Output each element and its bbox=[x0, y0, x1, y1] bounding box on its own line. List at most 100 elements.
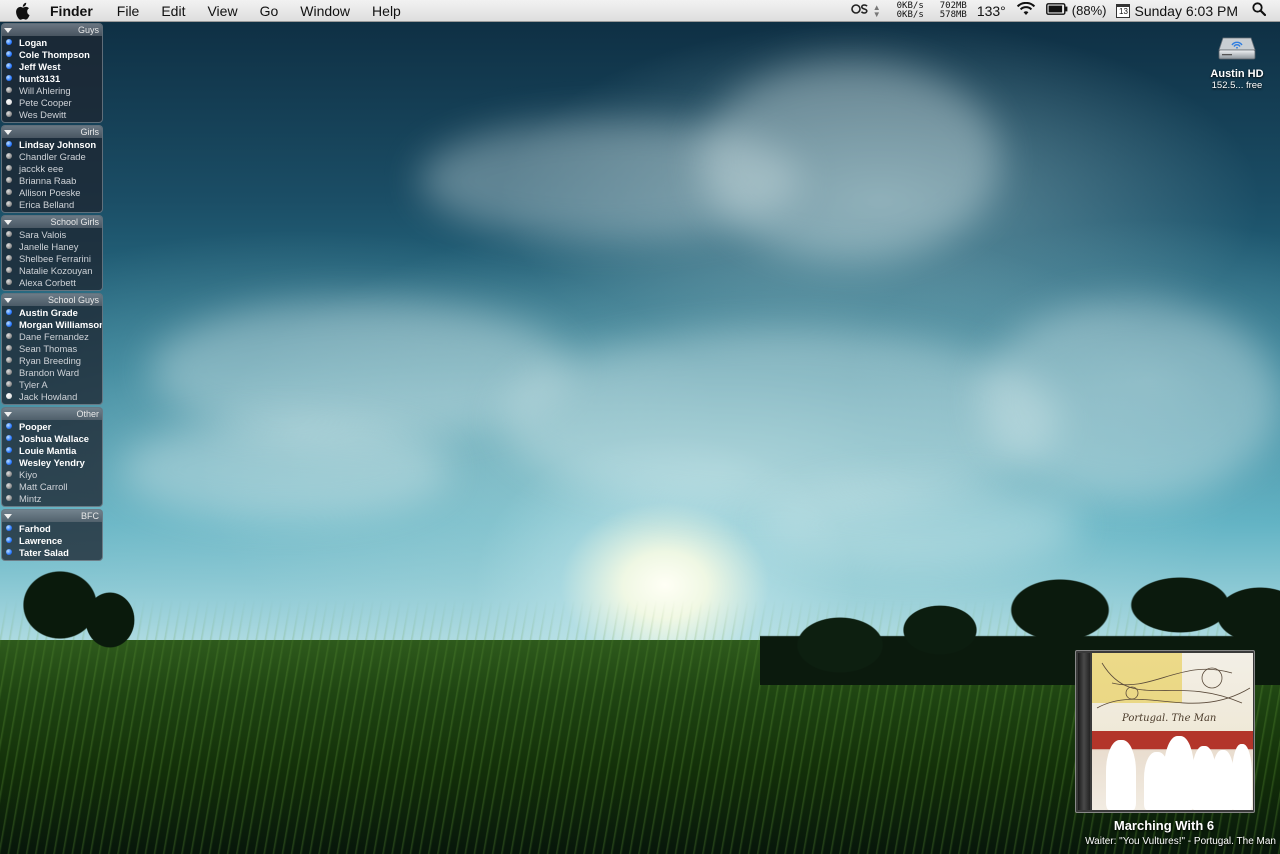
band-silhouette bbox=[1232, 744, 1252, 810]
buddy-row[interactable]: Dane Fernandez bbox=[2, 330, 102, 342]
buddy-row[interactable]: Lindsay Johnson bbox=[2, 138, 102, 150]
memory-monitor[interactable]: 702MB 578MB bbox=[940, 1, 967, 20]
buddy-row[interactable]: Chandler Grade bbox=[2, 150, 102, 162]
cloud bbox=[120, 420, 450, 520]
sort-arrows-icon[interactable]: ▲ ▼ bbox=[873, 3, 881, 18]
buddy-row[interactable]: Tater Salad bbox=[2, 546, 102, 558]
now-playing-album: Marching With 6 bbox=[1113, 818, 1215, 833]
buddy-name: Kiyo bbox=[19, 468, 38, 480]
calendar-icon[interactable]: 13 bbox=[1116, 3, 1131, 18]
buddy-row[interactable]: Sean Thomas bbox=[2, 342, 102, 354]
disclosure-triangle-icon[interactable] bbox=[4, 297, 12, 303]
buddy-name: Logan bbox=[19, 36, 48, 48]
disk-free-space: 152.5... free bbox=[1211, 80, 1263, 91]
buddy-row[interactable]: hunt3131 bbox=[2, 72, 102, 84]
battery-percent[interactable]: (88%) bbox=[1072, 3, 1107, 18]
disclosure-triangle-icon[interactable] bbox=[4, 513, 12, 519]
buddy-row[interactable]: Erica Belland bbox=[2, 198, 102, 210]
status-dot-icon bbox=[6, 87, 12, 93]
buddy-row[interactable]: Shelbee Ferrarini bbox=[2, 252, 102, 264]
buddy-row[interactable]: Natalie Kozouyan bbox=[2, 264, 102, 276]
buddy-row[interactable]: Mintz bbox=[2, 492, 102, 504]
buddy-name: hunt3131 bbox=[19, 72, 61, 84]
cloud bbox=[760, 480, 1080, 570]
buddy-row[interactable]: Louie Mantia bbox=[2, 444, 102, 456]
menu-go[interactable]: Go bbox=[260, 3, 279, 19]
disclosure-triangle-icon[interactable] bbox=[4, 129, 12, 135]
wifi-icon[interactable] bbox=[1016, 1, 1036, 19]
buddy-group-header[interactable]: School Guys bbox=[2, 294, 102, 306]
buddy-row[interactable]: Tyler A bbox=[2, 378, 102, 390]
status-dot-icon bbox=[6, 321, 12, 327]
buddy-name: Will Ahlering bbox=[19, 84, 71, 96]
buddy-group-header[interactable]: Guys bbox=[2, 24, 102, 36]
now-playing-widget[interactable]: Portugal. The Man bbox=[1075, 650, 1255, 813]
buddy-row[interactable]: Pete Cooper bbox=[2, 96, 102, 108]
buddy-row[interactable]: Logan bbox=[2, 36, 102, 48]
status-dot-icon bbox=[6, 267, 12, 273]
buddy-row[interactable]: Jack Howland bbox=[2, 390, 102, 402]
buddy-row[interactable]: Allison Poeske bbox=[2, 186, 102, 198]
buddy-row[interactable]: Jeff West bbox=[2, 60, 102, 72]
buddy-name: Wesley Yendry bbox=[19, 456, 85, 468]
buddy-group-name: School Guys bbox=[47, 295, 99, 305]
cd-spine bbox=[1078, 653, 1090, 810]
temperature-readout[interactable]: 133° bbox=[977, 3, 1006, 19]
buddy-name: Jeff West bbox=[19, 60, 61, 72]
buddy-name: Brandon Ward bbox=[19, 366, 80, 378]
buddy-row[interactable]: Matt Carroll bbox=[2, 480, 102, 492]
menu-app-finder[interactable]: Finder bbox=[50, 3, 93, 19]
buddy-row[interactable]: Brandon Ward bbox=[2, 366, 102, 378]
buddy-name: Joshua Wallace bbox=[19, 432, 89, 444]
buddy-row[interactable]: Morgan Williamson bbox=[2, 318, 102, 330]
buddy-row[interactable]: Brianna Raab bbox=[2, 174, 102, 186]
tree-left bbox=[0, 545, 150, 665]
buddy-name: Pooper bbox=[19, 420, 52, 432]
buddy-row[interactable]: Pooper bbox=[2, 420, 102, 432]
cd-case: Portugal. The Man bbox=[1075, 650, 1255, 813]
buddy-group-header[interactable]: BFC bbox=[2, 510, 102, 522]
buddy-group: Other Pooper Joshua Wallace Louie Mantia Wes… bbox=[1, 407, 103, 507]
desktop-disk-item[interactable]: Austin HD 152.5... free bbox=[1198, 30, 1276, 91]
buddy-name: Morgan Williamson bbox=[19, 318, 102, 330]
apple-icon[interactable] bbox=[16, 1, 36, 21]
search-icon[interactable] bbox=[1252, 2, 1267, 19]
os-logo-icon[interactable] bbox=[850, 3, 869, 18]
buddy-row[interactable]: Janelle Haney bbox=[2, 240, 102, 252]
menu-edit[interactable]: Edit bbox=[161, 3, 185, 19]
buddy-row[interactable]: Wesley Yendry bbox=[2, 456, 102, 468]
buddy-row[interactable]: jacckk eee bbox=[2, 162, 102, 174]
album-art[interactable]: Portugal. The Man bbox=[1092, 653, 1253, 810]
buddy-name: Matt Carroll bbox=[19, 480, 68, 492]
band-silhouette bbox=[1106, 740, 1136, 810]
buddy-row[interactable]: Ryan Breeding bbox=[2, 354, 102, 366]
buddy-group-header[interactable]: Other bbox=[2, 408, 102, 420]
buddy-name: jacckk eee bbox=[19, 162, 64, 174]
buddy-row[interactable]: Cole Thompson bbox=[2, 48, 102, 60]
buddy-group-header[interactable]: Girls bbox=[2, 126, 102, 138]
buddy-row[interactable]: Wes Dewitt bbox=[2, 108, 102, 120]
menu-view[interactable]: View bbox=[207, 3, 237, 19]
menubar-clock[interactable]: Sunday 6:03 PM bbox=[1134, 3, 1238, 19]
buddy-row[interactable]: Will Ahlering bbox=[2, 84, 102, 96]
buddy-row[interactable]: Kiyo bbox=[2, 468, 102, 480]
buddy-row[interactable]: Lawrence bbox=[2, 534, 102, 546]
disclosure-triangle-icon[interactable] bbox=[4, 219, 12, 225]
menu-file[interactable]: File bbox=[117, 3, 140, 19]
buddy-row[interactable]: Austin Grade bbox=[2, 306, 102, 318]
battery-icon[interactable] bbox=[1045, 3, 1068, 18]
buddy-row[interactable]: Sara Valois bbox=[2, 228, 102, 240]
menu-window[interactable]: Window bbox=[300, 3, 350, 19]
status-dot-icon bbox=[6, 471, 12, 477]
buddy-row[interactable]: Farhod bbox=[2, 522, 102, 534]
network-monitor[interactable]: 0KB/s 0KB/s bbox=[897, 1, 924, 20]
disclosure-triangle-icon[interactable] bbox=[4, 411, 12, 417]
menu-help[interactable]: Help bbox=[372, 3, 401, 19]
buddy-row[interactable]: Joshua Wallace bbox=[2, 432, 102, 444]
buddy-group-name: Girls bbox=[80, 127, 100, 137]
buddy-name: Farhod bbox=[19, 522, 51, 534]
buddy-group-header[interactable]: School Girls bbox=[2, 216, 102, 228]
buddy-row[interactable]: Alexa Corbett bbox=[2, 276, 102, 288]
hard-disk-icon[interactable] bbox=[1217, 30, 1257, 64]
disclosure-triangle-icon[interactable] bbox=[4, 27, 12, 33]
